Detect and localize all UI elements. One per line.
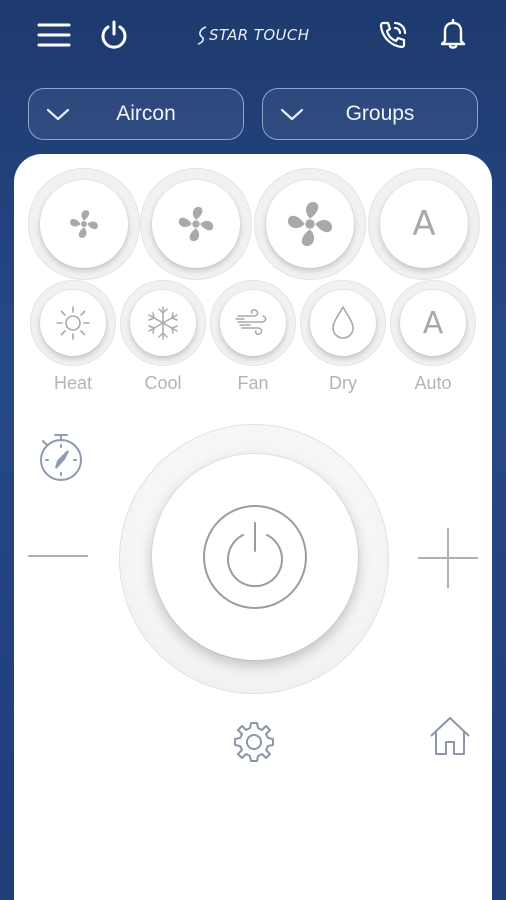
plus-icon <box>418 528 478 588</box>
power-button-icon <box>203 505 307 609</box>
aircon-dropdown-label: Aircon <box>116 102 176 125</box>
top-bar: STAR TOUCH <box>0 0 506 72</box>
home-button[interactable] <box>426 712 474 760</box>
fan-high-button[interactable] <box>254 168 366 280</box>
temperature-minus-button[interactable] <box>26 546 90 566</box>
groups-dropdown-label: Groups <box>345 102 415 125</box>
fan-auto-button[interactable]: A <box>368 168 480 280</box>
brand-logo: STAR TOUCH <box>196 22 309 48</box>
fan-medium-icon <box>178 206 214 242</box>
stopwatch-icon <box>40 434 82 481</box>
sun-icon <box>56 306 90 340</box>
minus-icon <box>28 555 88 557</box>
wind-icon <box>235 309 267 335</box>
settings-button[interactable] <box>230 718 278 766</box>
fan-large-icon <box>287 201 333 247</box>
fan-low-button[interactable] <box>28 168 140 280</box>
bell-icon[interactable] <box>436 16 470 52</box>
control-panel: A Heat Cool Fan Dry A Auto <box>14 154 492 900</box>
mode-fan-button[interactable] <box>210 280 296 366</box>
fan-medium-button[interactable] <box>140 168 252 280</box>
timer-button[interactable] <box>34 430 86 484</box>
mode-auto-letter: A <box>422 305 444 341</box>
mode-dry-button[interactable] <box>300 280 386 366</box>
snowflake-icon <box>148 306 178 340</box>
hamburger-icon[interactable] <box>36 20 72 50</box>
mode-cool-button[interactable] <box>120 280 206 366</box>
fan-small-icon <box>70 210 98 238</box>
mode-auto-label: Auto <box>414 373 452 393</box>
phone-call-icon[interactable] <box>376 18 410 52</box>
mode-heat-button[interactable] <box>30 280 116 366</box>
groups-dropdown[interactable]: Groups <box>262 88 478 140</box>
main-power-dial <box>119 424 389 694</box>
brand-name: STAR TOUCH <box>209 26 310 44</box>
gear-icon <box>234 722 274 762</box>
home-icon <box>430 717 470 755</box>
mode-auto-button[interactable]: A <box>390 280 476 366</box>
fan-auto-letter: A <box>412 204 436 244</box>
brand-swoosh-icon <box>197 26 207 45</box>
aircon-dropdown[interactable]: Aircon <box>28 88 244 140</box>
droplet-icon <box>332 306 354 339</box>
mode-cool-label: Cool <box>144 373 182 393</box>
mode-fan-label: Fan <box>237 373 269 393</box>
power-icon[interactable] <box>98 18 130 52</box>
mode-heat-label: Heat <box>53 373 93 393</box>
temperature-plus-button[interactable] <box>416 526 480 590</box>
mode-dry-label: Dry <box>329 373 357 393</box>
main-power-button[interactable] <box>152 454 358 660</box>
